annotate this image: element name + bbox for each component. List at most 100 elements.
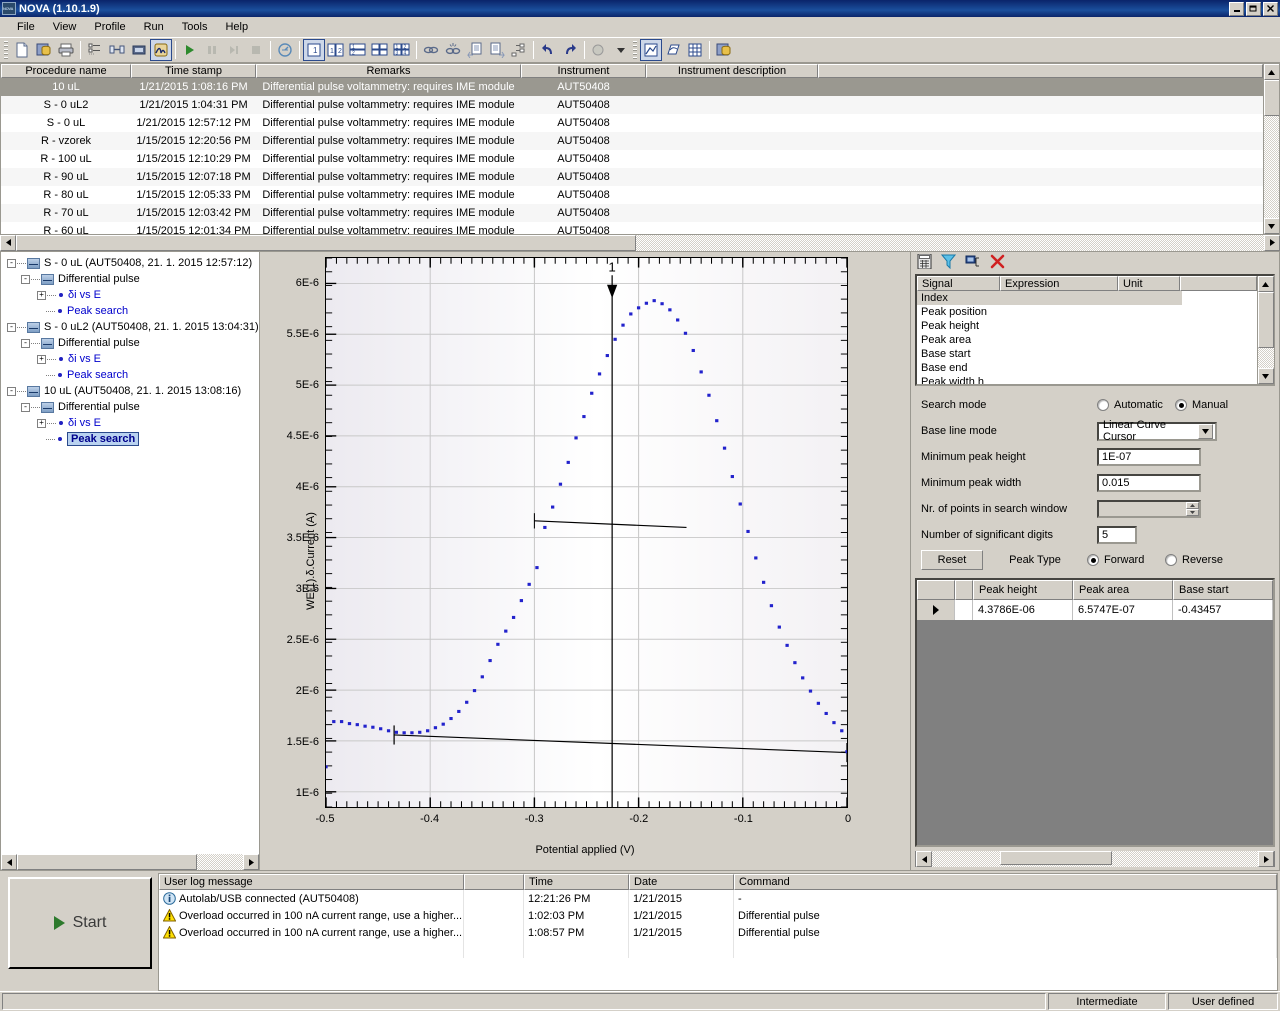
tree-node-signal[interactable]: + δi vs E <box>7 415 259 431</box>
tree-node-method[interactable]: - Differential pulse <box>7 335 259 351</box>
results-base-start-header[interactable]: Base start <box>1173 580 1273 600</box>
signal-scroll-thumb[interactable] <box>1257 292 1274 348</box>
chart-view-icon[interactable] <box>640 39 662 61</box>
table-row[interactable]: 4.3786E-06 6.5747E-07 -0.43457 <box>917 600 1273 620</box>
maximize-button[interactable] <box>1246 1 1261 16</box>
signal-scroll-track[interactable] <box>1257 348 1274 368</box>
scroll-down-button[interactable] <box>1263 218 1279 234</box>
table-row[interactable]: R - 70 uL 1/15/2015 12:03:42 PM Differenti… <box>1 204 1263 222</box>
sig-digits-input[interactable]: 5 <box>1097 526 1137 544</box>
menu-help[interactable]: Help <box>216 19 257 35</box>
menu-profile[interactable]: Profile <box>85 19 134 35</box>
tree-node-signal[interactable]: Peak search <box>7 431 259 447</box>
list-item[interactable]: Base start <box>917 347 1257 361</box>
table-row[interactable]: R - vzorek 1/15/2015 12:20:56 PM Different… <box>1 132 1263 150</box>
collapse-toggle-icon[interactable]: - <box>7 258 16 268</box>
expression-column-header[interactable]: Expression <box>1000 276 1118 291</box>
list-item[interactable]: Peak height <box>917 319 1257 333</box>
hscroll-thumb[interactable] <box>16 234 636 251</box>
table-row[interactable]: S - 0 uL 1/21/2015 12:57:12 PM Differentia… <box>1 114 1263 132</box>
new-document-icon[interactable] <box>11 39 33 61</box>
results-index-column-header[interactable] <box>955 580 973 600</box>
procedure-editor-icon[interactable] <box>106 39 128 61</box>
log-message-column-header[interactable]: User log message <box>159 874 464 890</box>
log-row[interactable]: Overload occurred in 100 nA current rang… <box>159 924 1277 941</box>
peak-type-forward-radio[interactable]: Forward <box>1087 554 1165 566</box>
list-item[interactable]: Peak area <box>917 333 1257 347</box>
menu-view[interactable]: View <box>44 19 86 35</box>
table-view-icon[interactable] <box>684 39 706 61</box>
collapse-toggle-icon[interactable]: - <box>7 386 16 396</box>
tree-node-method[interactable]: - Differential pulse <box>7 399 259 415</box>
stepper-down-icon[interactable] <box>1186 509 1199 516</box>
chart-panel[interactable]: WE(1).δ.Current (A) 1 1E-6 1.5E-6 2E-6 2.5E… <box>260 251 910 871</box>
table-row[interactable]: 10 uL 1/21/2015 1:08:16 PM Differential pu… <box>1 78 1263 96</box>
nr-points-input[interactable] <box>1097 500 1201 518</box>
column-header-instrument[interactable]: Instrument <box>521 64 646 78</box>
link-icon[interactable] <box>420 39 442 61</box>
unlink-icon[interactable] <box>442 39 464 61</box>
tree-node-signal[interactable]: Peak search <box>7 303 259 319</box>
collapse-toggle-icon[interactable]: - <box>21 274 30 284</box>
monitor-icon[interactable] <box>274 39 296 61</box>
signal-scroll-up[interactable] <box>1257 276 1274 292</box>
table-row[interactable]: R - 100 uL 1/15/2015 12:10:29 PM Different… <box>1 150 1263 168</box>
hscroll-left-button[interactable] <box>0 234 16 251</box>
min-peak-height-input[interactable]: 1E-07 <box>1097 448 1201 466</box>
analysis-view-icon[interactable] <box>150 39 172 61</box>
results-marker-column-header[interactable] <box>917 580 955 600</box>
log-command-column-header[interactable]: Command <box>734 874 1277 890</box>
table-row[interactable]: R - 90 uL 1/15/2015 12:07:18 PM Differenti… <box>1 168 1263 186</box>
scroll-track[interactable] <box>1263 116 1279 218</box>
list-item[interactable]: Peak position <box>917 305 1257 319</box>
log-row[interactable]: Autolab/USB connected (AUT50408) 12:21:26… <box>159 890 1277 907</box>
reset-button[interactable]: Reset <box>921 550 983 570</box>
peak-type-reverse-radio[interactable]: Reverse <box>1165 554 1223 566</box>
tree-node-dataset[interactable]: - 10 uL (AUT50408, 21. 1. 2015 13:08:16) <box>7 383 259 399</box>
tree-node-method[interactable]: - Differential pulse <box>7 271 259 287</box>
display-icon[interactable] <box>128 39 150 61</box>
stacked-panel-icon[interactable]: 12 <box>347 39 369 61</box>
results-peak-area-header[interactable]: Peak area <box>1073 580 1173 600</box>
stepper-up-icon[interactable] <box>1186 502 1199 509</box>
tree-node-signal[interactable]: + δi vs E <box>7 287 259 303</box>
toolbar-grip[interactable] <box>4 41 8 59</box>
hscroll-track[interactable] <box>16 234 1264 251</box>
unit-column-header[interactable]: Unit <box>1118 276 1180 291</box>
chevron-down-icon[interactable] <box>1198 423 1213 439</box>
nr-points-stepper[interactable] <box>1186 502 1199 516</box>
tree-hscroll-right[interactable] <box>243 854 259 870</box>
procedure-table-scrollbar[interactable] <box>1263 64 1279 234</box>
collapse-toggle-icon[interactable]: - <box>7 322 16 332</box>
table-row[interactable]: R - 60 uL 1/15/2015 12:01:34 PM Differenti… <box>1 222 1263 234</box>
tree-node-signal[interactable]: + δi vs E <box>7 351 259 367</box>
menu-file[interactable]: File <box>8 19 44 35</box>
log-time-column-header[interactable]: Time <box>524 874 629 890</box>
redo-icon[interactable] <box>559 39 581 61</box>
scroll-thumb[interactable] <box>1263 80 1279 116</box>
menu-tools[interactable]: Tools <box>173 19 217 35</box>
user-log-panel[interactable]: User log message Time Date Command Autol… <box>158 873 1278 991</box>
log-spacer-column-header[interactable] <box>464 874 524 890</box>
close-button[interactable] <box>1263 1 1278 16</box>
log-date-column-header[interactable]: Date <box>629 874 734 890</box>
procedure-list-icon[interactable] <box>84 39 106 61</box>
toolbar-grip[interactable] <box>633 41 637 59</box>
collapse-toggle-icon[interactable]: - <box>21 402 30 412</box>
expand-toggle-icon[interactable]: + <box>37 290 46 300</box>
run-icon[interactable] <box>179 39 201 61</box>
expand-toggle-icon[interactable]: + <box>37 418 46 428</box>
stop-icon[interactable] <box>245 39 267 61</box>
list-item[interactable]: Index <box>917 291 1182 305</box>
procedure-table[interactable]: Procedure name Time stamp Remarks Instru… <box>0 63 1280 235</box>
tree-icon[interactable] <box>508 39 530 61</box>
results-hscroll-track[interactable] <box>932 851 1258 867</box>
tree-hscroll-track[interactable] <box>17 854 243 870</box>
save-database-icon[interactable] <box>33 39 55 61</box>
signal-list-scrollbar[interactable] <box>1257 276 1274 384</box>
tree-node-dataset[interactable]: - S - 0 uL (AUT50408, 21. 1. 2015 12:57:1… <box>7 255 259 271</box>
undo-icon[interactable] <box>537 39 559 61</box>
table-row[interactable]: S - 0 uL2 1/21/2015 1:04:31 PM Differentia… <box>1 96 1263 114</box>
results-hscroll[interactable] <box>915 851 1275 867</box>
tree-node-dataset[interactable]: - S - 0 uL2 (AUT50408, 21. 1. 2015 13:04:… <box>7 319 259 335</box>
